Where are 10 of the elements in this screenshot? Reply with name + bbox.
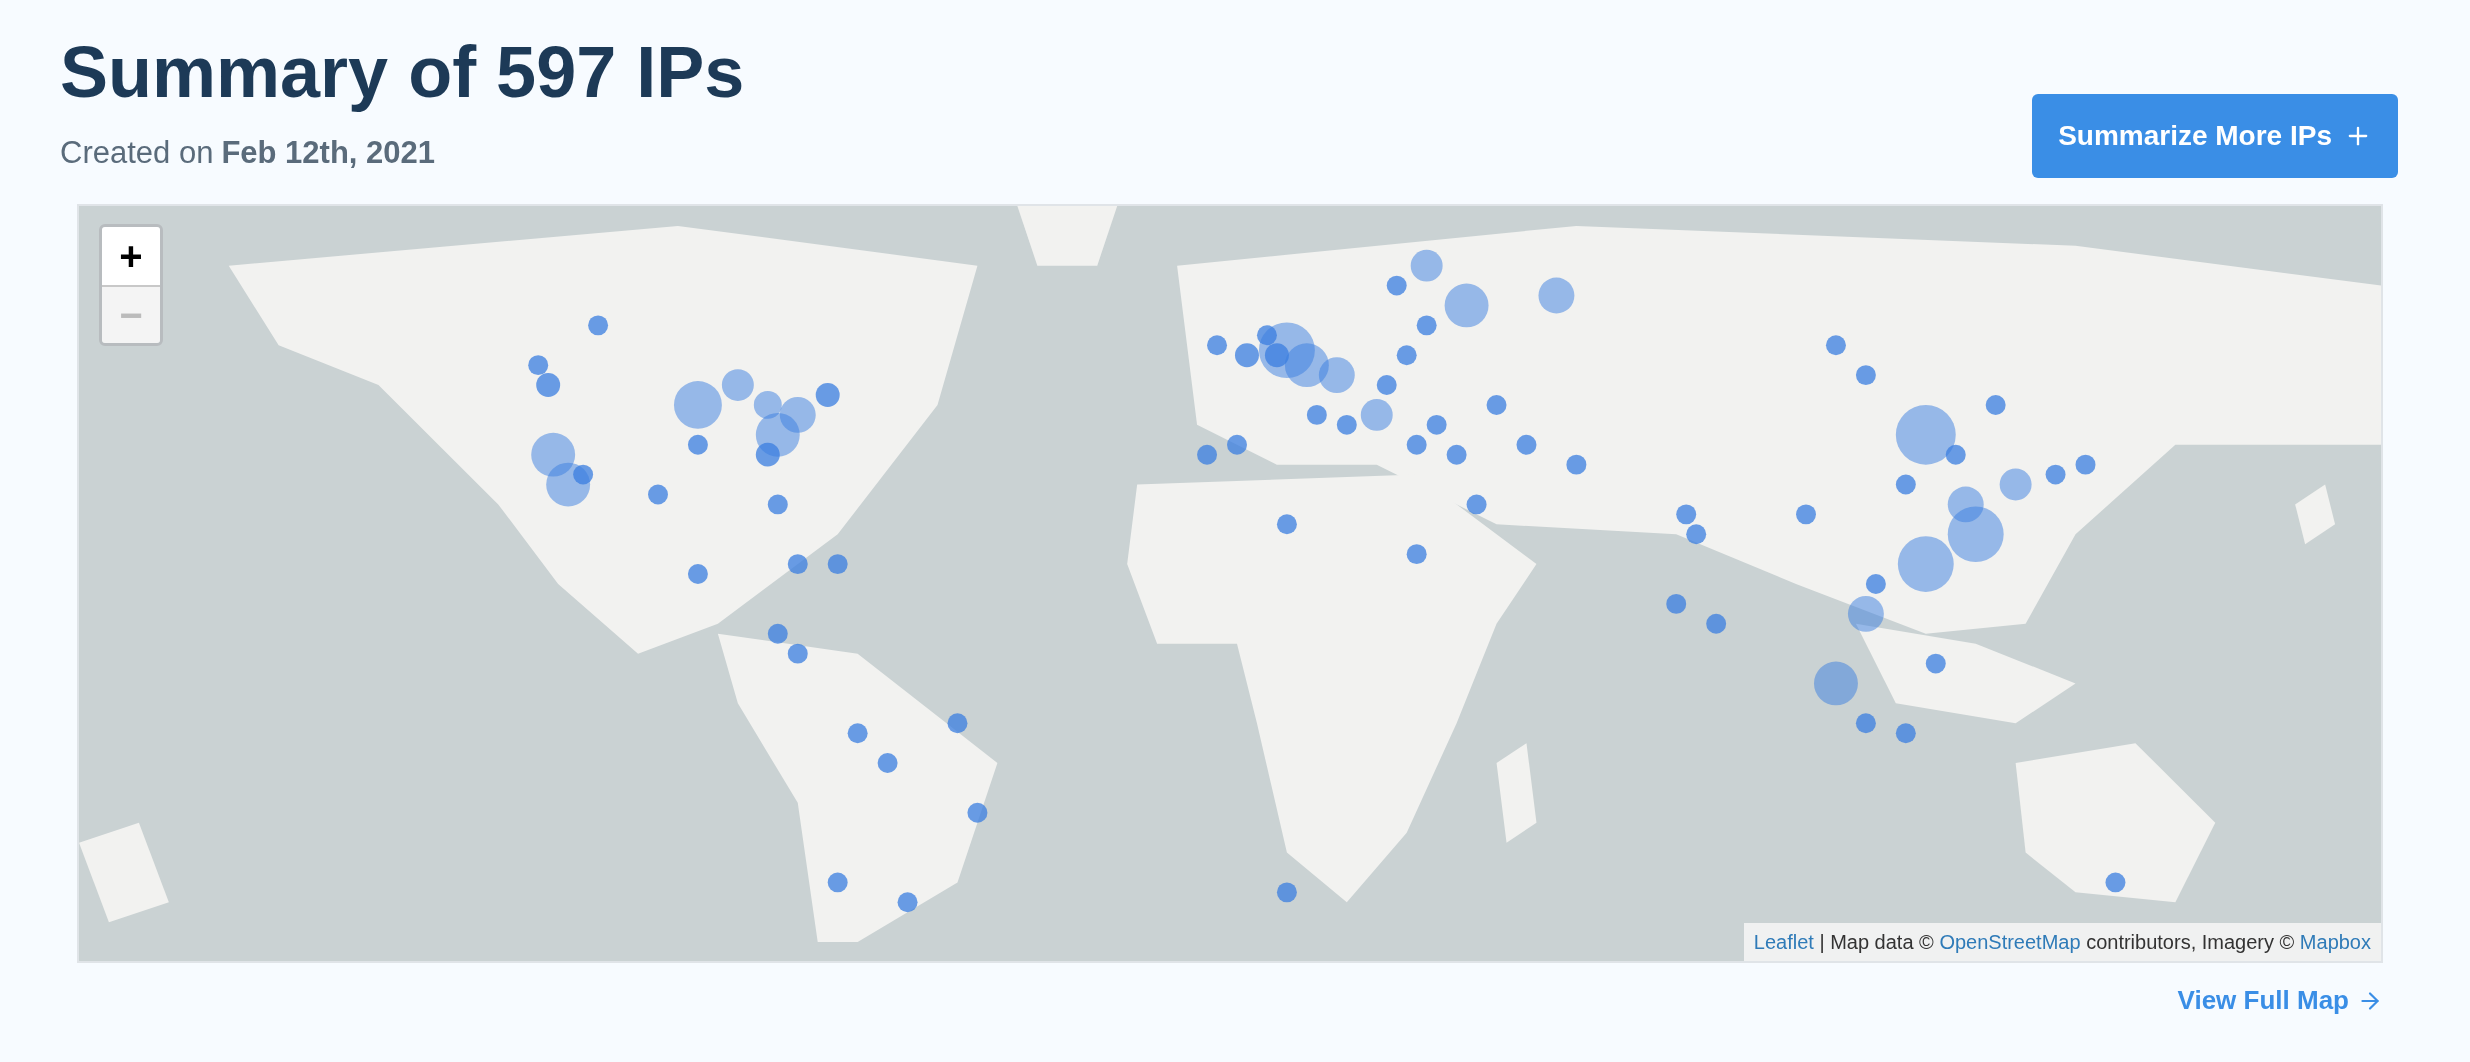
attribution-link[interactable]: OpenStreetMap bbox=[1939, 931, 2081, 953]
view-full-map-link[interactable]: View Full Map bbox=[2177, 981, 2383, 1020]
attribution-text: contributors, Imagery © bbox=[2085, 931, 2296, 953]
zoom-in-button[interactable]: + bbox=[102, 227, 160, 285]
summarize-more-button[interactable]: Summarize More IPs bbox=[2032, 94, 2398, 178]
created-label: Created on bbox=[60, 134, 214, 172]
attribution-text: | Map data © bbox=[1818, 931, 1935, 953]
created-date: Feb 12th, 2021 bbox=[221, 134, 436, 172]
attribution-link[interactable]: Leaflet bbox=[1753, 931, 1814, 953]
attribution-link[interactable]: Mapbox bbox=[2299, 931, 2371, 953]
